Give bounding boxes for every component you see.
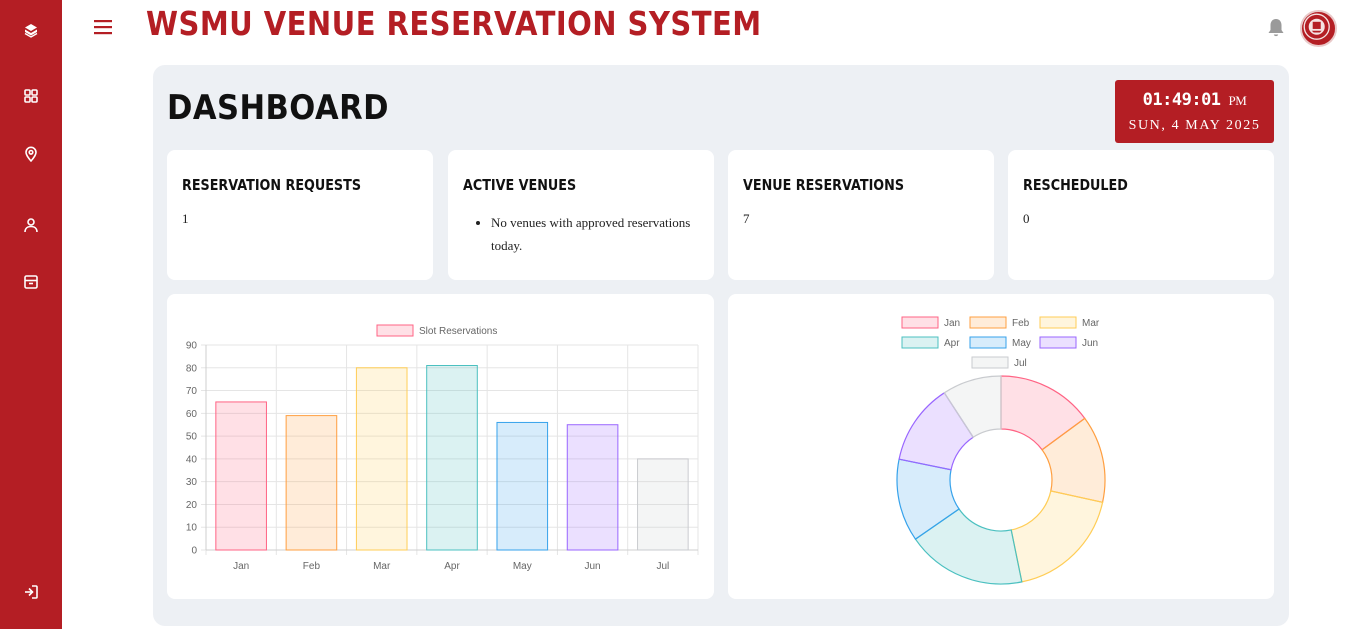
x-tick-label: Jun <box>585 561 601 572</box>
bar <box>355 367 408 551</box>
x-tick-label: Jul <box>656 561 669 572</box>
legend-label: Mar <box>1082 318 1100 329</box>
archive-icon[interactable] <box>19 270 43 294</box>
grid-icon[interactable] <box>19 84 43 108</box>
y-tick-label: 50 <box>186 432 198 443</box>
card-rescheduled[interactable]: RESCHEDULED 0 <box>1008 150 1274 280</box>
doughnut-slice <box>1010 490 1104 583</box>
user-icon[interactable] <box>19 213 43 237</box>
y-tick-label: 90 <box>186 341 198 352</box>
card-title: RESCHEDULED <box>1023 176 1128 194</box>
doughnut-chart-card: Jan Feb Mar Apr May Jun Jul <box>728 294 1274 599</box>
card-reservation-requests[interactable]: RESERVATION REQUESTS 1 <box>167 150 433 280</box>
y-tick-label: 0 <box>191 546 197 557</box>
card-title: ACTIVE VENUES <box>463 176 577 194</box>
clock-ampm: PM <box>1228 93 1247 108</box>
y-tick-label: 70 <box>186 386 198 397</box>
card-value: 1 <box>182 211 189 226</box>
legend-swatch <box>1039 336 1077 349</box>
legend-swatch <box>901 336 939 349</box>
y-tick-label: 40 <box>186 454 198 465</box>
location-pin-icon[interactable] <box>19 142 43 166</box>
card-value: 0 <box>1023 211 1030 226</box>
x-tick-label: Mar <box>373 561 391 572</box>
y-tick-label: 10 <box>186 523 198 534</box>
x-tick-label: Apr <box>444 561 460 572</box>
active-venues-list: No venues with approved reservations tod… <box>491 211 691 257</box>
sidebar <box>0 0 62 629</box>
legend-swatch <box>1039 316 1077 329</box>
legend-swatch <box>969 336 1007 349</box>
card-venue-reservations[interactable]: VENUE RESERVATIONS 7 <box>728 150 994 280</box>
legend-swatch <box>969 316 1007 329</box>
legend-label: Jan <box>944 318 960 329</box>
clock-widget: 01:49:01 PM SUN, 4 MAY 2025 <box>1115 80 1274 143</box>
legend-swatch <box>971 356 1009 369</box>
clock-time-row: 01:49:01 PM <box>1115 90 1274 110</box>
bar <box>496 421 549 551</box>
chart-legend: Jan Feb Mar Apr May Jun Jul <box>901 316 1100 369</box>
bar-chart: Slot Reservations 0 10 20 30 40 50 60 70 80 90 Jan F… <box>186 324 699 572</box>
cube-icon[interactable] <box>19 19 43 43</box>
legend-label: Jun <box>1082 338 1098 349</box>
legend-swatch <box>376 324 414 337</box>
legend-swatch <box>901 316 939 329</box>
bar-chart-card: Slot Reservations 0 10 20 30 40 50 60 70 80 90 Jan F… <box>167 294 714 599</box>
card-title: VENUE RESERVATIONS <box>743 176 905 194</box>
hamburger-icon[interactable] <box>92 16 114 38</box>
app-title: WSMU VENUE RESERVATION SYSTEM <box>146 4 762 43</box>
bar <box>285 415 338 551</box>
chart-legend: Slot Reservations <box>376 324 497 337</box>
y-tick-label: 80 <box>186 363 198 374</box>
bar <box>637 458 689 551</box>
card-value: 7 <box>743 211 750 226</box>
clock-date: SUN, 4 MAY 2025 <box>1128 118 1261 133</box>
card-active-venues[interactable]: ACTIVE VENUES No venues with approved re… <box>448 150 714 280</box>
x-tick-label: May <box>513 561 532 572</box>
legend-label: Feb <box>1012 318 1030 329</box>
card-title: RESERVATION REQUESTS <box>182 176 362 194</box>
y-tick-label: 20 <box>186 500 198 511</box>
avatar[interactable] <box>1300 10 1337 47</box>
legend-label: May <box>1012 338 1031 349</box>
y-tick-label: 60 <box>186 409 198 420</box>
bar <box>215 401 267 551</box>
y-tick-label: 30 <box>186 477 198 488</box>
bar <box>566 424 619 551</box>
x-tick-label: Jan <box>233 561 249 572</box>
legend-label: Apr <box>944 338 960 349</box>
logout-icon[interactable] <box>19 580 43 604</box>
clock-time: 01:49:01 <box>1142 90 1221 110</box>
page-title: DASHBOARD <box>167 88 389 128</box>
list-item: No venues with approved reservations tod… <box>491 211 691 257</box>
legend-label: Jul <box>1014 358 1027 369</box>
x-tick-label: Feb <box>303 561 321 572</box>
bar <box>426 365 478 551</box>
doughnut-chart: Jan Feb Mar Apr May Jun Jul <box>896 316 1106 585</box>
bell-icon[interactable] <box>1264 16 1288 40</box>
legend-label: Slot Reservations <box>419 326 497 337</box>
